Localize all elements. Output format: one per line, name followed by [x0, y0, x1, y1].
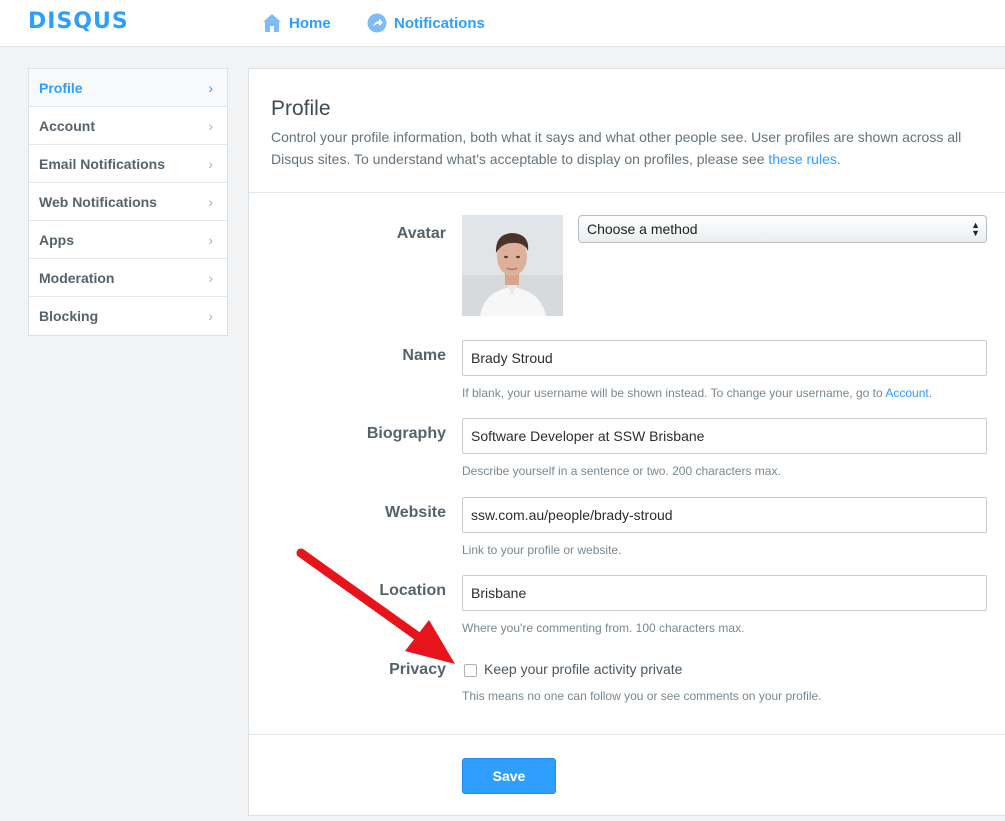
- sidebar-item-profile[interactable]: Profile ›: [29, 69, 227, 107]
- profile-panel: Profile Control your profile information…: [248, 68, 1005, 816]
- sidebar-item-label: Blocking: [39, 308, 99, 324]
- disqus-logo[interactable]: DISQUS: [28, 9, 129, 34]
- top-bar: DISQUS Home Notifications: [0, 0, 1005, 47]
- settings-sidebar: Profile › Account › Email Notifications …: [28, 68, 228, 336]
- sidebar-item-label: Moderation: [39, 269, 115, 286]
- rules-link[interactable]: these rules: [768, 151, 836, 167]
- account-link[interactable]: Account: [885, 386, 928, 400]
- sidebar-item-email-notifications[interactable]: Email Notifications ›: [29, 145, 227, 183]
- biography-help: Describe yourself in a sentence or two. …: [462, 464, 781, 478]
- name-help-end: .: [928, 386, 933, 400]
- chevron-right-icon: ›: [208, 308, 213, 324]
- sidebar-item-web-notifications[interactable]: Web Notifications ›: [29, 183, 227, 221]
- nav-notifications-label: Notifications: [394, 14, 485, 32]
- name-help: If blank, your username will be shown in…: [462, 386, 932, 400]
- chevron-right-icon: ›: [208, 155, 213, 172]
- chevron-right-icon: ›: [208, 117, 213, 134]
- sidebar-item-label: Web Notifications: [39, 193, 157, 210]
- sidebar-item-label: Profile: [39, 79, 83, 96]
- sidebar-item-blocking[interactable]: Blocking ›: [29, 297, 227, 335]
- privacy-help: This means no one can follow you or see …: [462, 689, 822, 703]
- save-button[interactable]: Save: [462, 758, 556, 794]
- divider: [249, 734, 1005, 735]
- chevron-right-icon: ›: [208, 193, 213, 210]
- sidebar-item-apps[interactable]: Apps ›: [29, 221, 227, 259]
- chevron-right-icon: ›: [208, 79, 213, 96]
- sidebar-item-label: Email Notifications: [39, 155, 166, 172]
- page-title: Profile: [271, 97, 331, 120]
- avatar-label: Avatar: [396, 225, 446, 242]
- privacy-checkbox[interactable]: [464, 664, 477, 677]
- description-end: .: [836, 151, 841, 167]
- privacy-checkbox-label[interactable]: Keep your profile activity private: [484, 661, 682, 677]
- sidebar-item-moderation[interactable]: Moderation ›: [29, 259, 227, 297]
- nav-home-link[interactable]: Home: [262, 12, 331, 34]
- notifications-icon: [367, 13, 387, 33]
- page-description: Control your profile information, both w…: [271, 126, 986, 170]
- avatar[interactable]: [462, 215, 563, 316]
- sidebar-item-label: Apps: [39, 231, 74, 248]
- website-field[interactable]: [462, 497, 987, 533]
- nav-home-label: Home: [289, 14, 331, 32]
- home-icon: [262, 13, 282, 33]
- chevron-right-icon: ›: [208, 231, 213, 248]
- name-field[interactable]: [462, 340, 987, 376]
- sidebar-item-label: Account: [39, 117, 95, 134]
- location-field[interactable]: [462, 575, 987, 611]
- location-label: Location: [379, 582, 446, 599]
- name-help-text: If blank, your username will be shown in…: [462, 386, 886, 400]
- sidebar-item-account[interactable]: Account ›: [29, 107, 227, 145]
- biography-field[interactable]: [462, 418, 987, 454]
- biography-label: Biography: [366, 425, 446, 442]
- chevron-right-icon: ›: [208, 269, 213, 286]
- nav-notifications-link[interactable]: Notifications: [367, 12, 485, 34]
- location-help: Where you're commenting from. 100 charac…: [462, 621, 745, 635]
- website-help: Link to your profile or website.: [462, 543, 622, 557]
- website-label: Website: [384, 504, 446, 521]
- panel-header: Profile Control your profile information…: [249, 69, 1005, 193]
- select-arrows-icon: ▲ ▼: [971, 220, 980, 238]
- privacy-label: Privacy: [389, 661, 446, 678]
- description-text: Control your profile information, both w…: [271, 129, 962, 167]
- avatar-method-select[interactable]: Choose a method ▲ ▼: [578, 215, 987, 243]
- name-label: Name: [402, 347, 446, 364]
- avatar-method-value: Choose a method: [587, 221, 698, 237]
